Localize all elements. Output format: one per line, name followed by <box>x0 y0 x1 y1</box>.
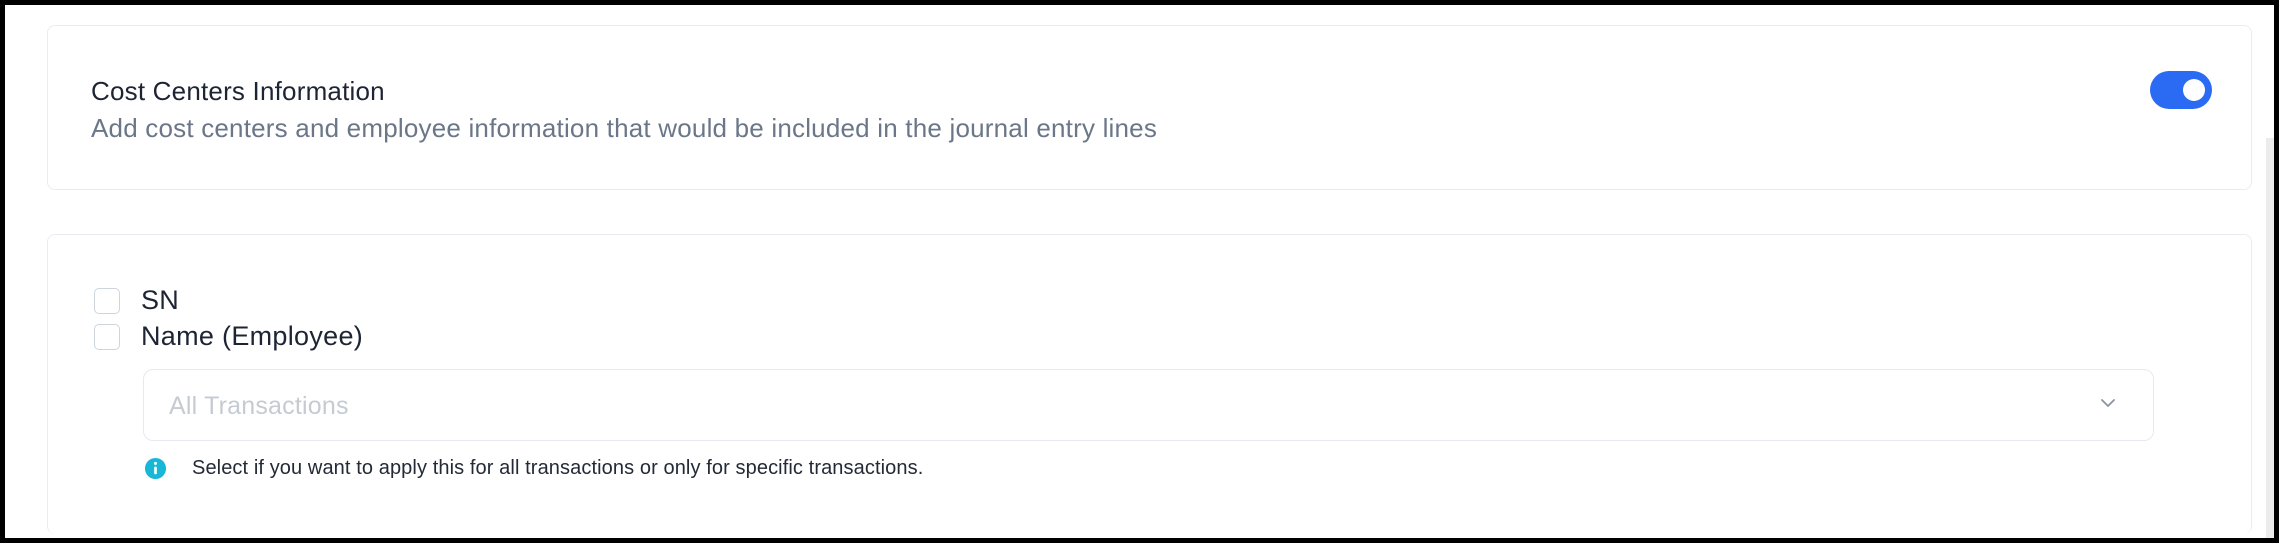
hint-text: Select if you want to apply this for all… <box>192 457 924 479</box>
transactions-select[interactable]: All Transactions <box>143 369 2154 441</box>
section-subtitle: Add cost centers and employee informatio… <box>91 113 1158 143</box>
name-employee-label: Name (Employee) <box>141 321 364 351</box>
cost-centers-toggle[interactable] <box>2150 71 2212 109</box>
name-employee-checkbox[interactable] <box>94 323 120 350</box>
page-scrollbar[interactable] <box>2266 138 2274 538</box>
info-icon <box>144 457 167 480</box>
sn-checkbox[interactable] <box>94 287 120 314</box>
cost-centers-header-card: Cost Centers Information Add cost center… <box>47 25 2252 190</box>
option-sn[interactable]: SN <box>94 285 179 316</box>
app-frame: Cost Centers Information Add cost center… <box>5 5 2274 538</box>
toggle-knob <box>2183 79 2205 101</box>
option-name-employee[interactable]: Name (Employee) <box>94 321 363 352</box>
chevron-down-icon <box>2101 399 2115 407</box>
transactions-select-placeholder: All Transactions <box>169 392 349 420</box>
transactions-hint: Select if you want to apply this for all… <box>144 457 923 480</box>
sn-label: SN <box>141 285 180 315</box>
cost-centers-options-card: SN Name (Employee) All Transactions Sele… <box>47 234 2252 534</box>
section-title: Cost Centers Information <box>91 76 385 106</box>
